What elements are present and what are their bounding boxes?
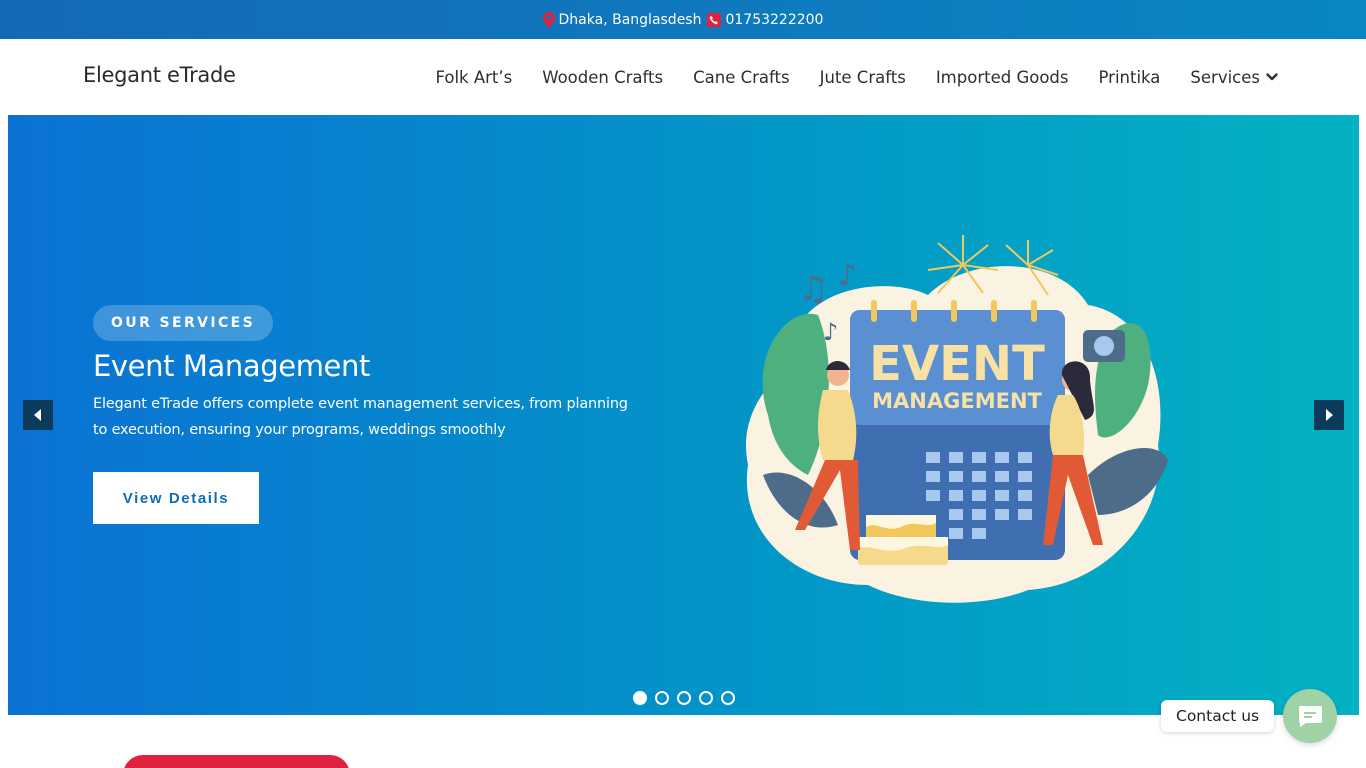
slider-prev-button[interactable] (23, 400, 53, 430)
caret-left-icon (34, 409, 41, 421)
nav-item-folk-arts[interactable]: Folk Art’s (435, 68, 512, 87)
chevron-down-icon (1266, 73, 1278, 81)
slider-dot-5[interactable] (720, 691, 735, 705)
svg-text:EVENT: EVENT (869, 336, 1045, 392)
nav-item-wooden-crafts[interactable]: Wooden Crafts (542, 68, 663, 87)
hero-title: Event Management (93, 349, 370, 383)
location-text: Dhaka, Banglasdesh (558, 11, 702, 28)
slider-dot-1[interactable] (632, 691, 647, 705)
nav-item-jute-crafts[interactable]: Jute Crafts (820, 68, 906, 87)
top-info-bar: Dhaka, Banglasdesh 01753222200 (0, 0, 1366, 39)
phone-icon (707, 12, 722, 27)
hero-description: Elegant eTrade offers complete event man… (93, 396, 628, 438)
chat-button[interactable] (1283, 689, 1337, 743)
location-pin-icon (542, 11, 555, 28)
svg-text:♪: ♪ (838, 258, 857, 293)
nav-item-services-label: Services (1190, 67, 1260, 87)
main-navbar: Elegant eTrade Folk Art’s Wooden Crafts … (0, 39, 1366, 115)
nav-item-printika[interactable]: Printika (1099, 68, 1161, 87)
main-menu: Folk Art’s Wooden Crafts Cane Crafts Jut… (435, 39, 1278, 115)
slider-dot-4[interactable] (698, 691, 713, 705)
nav-item-services[interactable]: Services (1190, 68, 1278, 87)
chat-bubble-icon (1298, 706, 1322, 727)
event-management-illustration: ♫ ♪ ♪ EVENT MANAGEMENT (746, 235, 1168, 603)
contact-us-label[interactable]: Contact us (1161, 700, 1275, 732)
svg-text:♫: ♫ (798, 269, 828, 309)
hero-slider: OUR SERVICES Event Management Elegant eT… (8, 115, 1359, 715)
svg-text:MANAGEMENT: MANAGEMENT (872, 389, 1042, 413)
slider-dot-2[interactable] (654, 691, 669, 705)
view-details-button[interactable]: View Details (93, 472, 259, 524)
slider-dot-3[interactable] (676, 691, 691, 705)
nav-item-imported-goods[interactable]: Imported Goods (936, 68, 1069, 87)
nav-item-cane-crafts[interactable]: Cane Crafts (693, 68, 790, 87)
brand-logo-text[interactable]: Elegant eTrade (83, 63, 236, 87)
slider-next-button[interactable] (1314, 400, 1344, 430)
hero-badge: OUR SERVICES (93, 305, 274, 341)
svg-text:♪: ♪ (823, 318, 838, 346)
caret-right-icon (1326, 409, 1333, 421)
phone-number[interactable]: 01753222200 (725, 12, 823, 28)
slider-pagination (8, 691, 1359, 705)
section-heading-pill (123, 755, 350, 768)
